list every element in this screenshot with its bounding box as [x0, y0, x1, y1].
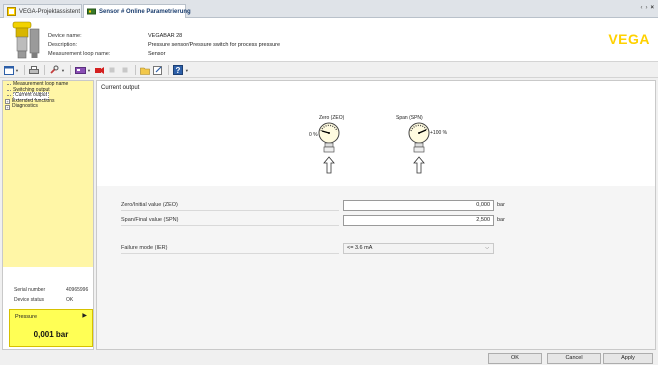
- device-header: Device name: VEGABAR 28 Description: Pre…: [0, 18, 658, 62]
- divider: [121, 210, 339, 211]
- svg-text:?: ?: [176, 66, 181, 75]
- caret-right-icon[interactable]: ▶: [82, 312, 87, 319]
- span-value-input[interactable]: 2,500: [343, 215, 494, 226]
- stop-icon[interactable]: [107, 65, 118, 76]
- cancel-button[interactable]: Cancel: [547, 353, 601, 364]
- tree-connector: [7, 84, 11, 86]
- failure-mode-label: Failure mode (IER): [121, 245, 168, 251]
- tab-projektassistent[interactable]: VEGA-Projektassistent: [3, 4, 82, 18]
- serial-number-label: Serial number: [14, 287, 46, 293]
- prev-icon[interactable]: ‹: [640, 5, 642, 11]
- tree-item-label: Diagnostics: [12, 103, 38, 110]
- span-unit: bar: [497, 217, 505, 223]
- gauge-span-percent: +100 %: [430, 130, 448, 136]
- failure-mode-value: <= 3.6 mA: [347, 245, 373, 251]
- separator: [43, 65, 45, 75]
- failure-mode-select[interactable]: <= 3.6 mA ⌵: [343, 243, 494, 254]
- view-icon[interactable]: [3, 65, 14, 76]
- chevron-down-icon[interactable]: ⌵: [485, 244, 489, 253]
- pressure-value: 0,001 bar: [33, 330, 69, 339]
- tab-label: VEGA-Projektassistent: [19, 8, 81, 15]
- main-panel: Current output Zero (ZEO) 0 % Span (SPN)…: [96, 80, 656, 350]
- tab-strip: VEGA-Projektassistent Sensor # Online Pa…: [0, 0, 658, 18]
- zero-unit: bar: [497, 202, 505, 208]
- zero-value-label: Zero/Initial value (ZEO): [121, 202, 178, 208]
- device-icon[interactable]: [74, 65, 86, 76]
- divider: [121, 253, 339, 254]
- menu-tree: Measurement loop name Switching output C…: [3, 81, 93, 267]
- toolbar: ▼ ▼ ▼ ? ▼: [0, 63, 658, 78]
- record-icon[interactable]: [94, 65, 105, 76]
- gauge-span: [407, 121, 431, 177]
- section-title: Current output: [101, 85, 140, 91]
- separator: [134, 65, 136, 75]
- tab-sensor-online[interactable]: Sensor # Online Parametrierung: [83, 4, 191, 18]
- device-name-label: Device name:: [48, 33, 82, 39]
- divider: [121, 225, 339, 226]
- separator: [167, 65, 169, 75]
- ok-button[interactable]: OK: [488, 353, 542, 364]
- tree-connector: [7, 89, 11, 91]
- pressure-label: Pressure: [15, 314, 38, 320]
- chevron-down-icon[interactable]: ▼: [15, 68, 19, 73]
- pause-icon[interactable]: [120, 65, 131, 76]
- device-name-value: VEGABAR 28: [148, 33, 183, 39]
- apply-button[interactable]: Apply: [603, 353, 653, 364]
- separator: [23, 65, 25, 75]
- chevron-down-icon[interactable]: ▼: [61, 68, 65, 73]
- expand-icon[interactable]: +: [5, 104, 10, 110]
- device-status-label: Device status: [14, 297, 45, 303]
- pressure-display: Pressure ▶ 0,001 bar: [9, 309, 93, 347]
- window-controls: ‹ › ×: [640, 5, 654, 11]
- expand-icon[interactable]: +: [5, 99, 10, 105]
- wrench-icon[interactable]: [49, 65, 60, 76]
- loop-name-label: Measurement loop name:: [48, 51, 111, 57]
- device-image: [8, 21, 42, 60]
- device-status-value: OK: [66, 297, 74, 303]
- sensor-icon: [87, 7, 96, 16]
- tree-item-diagnostics[interactable]: + Diagnostics: [5, 104, 91, 110]
- next-icon[interactable]: ›: [645, 5, 647, 11]
- current-output-illustration: Current output Zero (ZEO) 0 % Span (SPN)…: [97, 81, 655, 186]
- serial-number-value: 40965996: [66, 287, 89, 293]
- help-icon[interactable]: ?: [173, 65, 184, 76]
- description-label: Description:: [48, 42, 78, 48]
- span-value-label: Span/Final value (SPN): [121, 217, 179, 223]
- print-icon[interactable]: [29, 65, 40, 76]
- close-icon[interactable]: ×: [650, 5, 654, 11]
- tree-connector: [7, 95, 11, 97]
- gauge-zero: [317, 121, 341, 177]
- zero-value-input[interactable]: 0,000: [343, 200, 494, 211]
- chevron-down-icon[interactable]: ▼: [87, 68, 91, 73]
- loop-name-value: Sensor: [148, 51, 166, 57]
- separator: [69, 65, 71, 75]
- folder-icon[interactable]: [140, 65, 151, 76]
- tab-label: Sensor # Online Parametrierung: [99, 8, 191, 15]
- edit-icon[interactable]: [153, 65, 164, 76]
- vega-logo: VEGA: [608, 31, 650, 47]
- description-value: Pressure sensor/Pressure switch for proc…: [148, 42, 281, 48]
- chevron-down-icon[interactable]: ▼: [185, 68, 189, 73]
- assistant-icon: [7, 7, 16, 16]
